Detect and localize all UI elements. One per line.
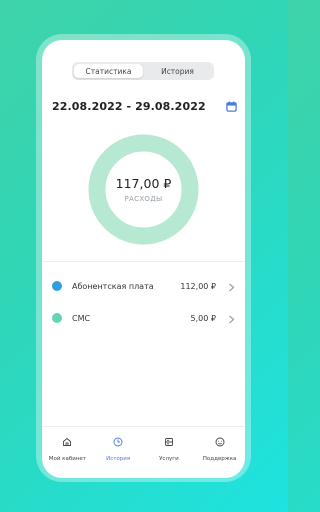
category-dot <box>52 281 62 291</box>
expense-donut-chart: 117,00 ₽ РАСХОДЫ <box>88 134 199 245</box>
clock-icon <box>113 432 123 451</box>
tab-label: Поддержка <box>202 456 237 462</box>
list-item[interactable]: СМС 5,00 ₽ <box>42 302 245 334</box>
support-icon <box>215 432 225 451</box>
home-icon <box>62 432 72 451</box>
tab-my-account[interactable]: Мой кабинет <box>42 427 93 478</box>
expense-list: Абонентская плата 112,00 ₽ СМС 5,00 ₽ <box>42 270 245 334</box>
category-dot <box>52 313 62 323</box>
tab-label: Мой кабинет <box>48 456 87 462</box>
period-row: 22.08.2022 - 29.08.2022 <box>52 98 237 114</box>
tab-support[interactable]: Поддержка <box>194 427 245 478</box>
list-item[interactable]: Абонентская плата 112,00 ₽ <box>42 270 245 302</box>
tab-history-nav[interactable]: История <box>93 427 144 478</box>
tab-label: История <box>106 456 131 462</box>
category-amount: 5,00 ₽ <box>190 313 216 323</box>
services-icon <box>164 432 174 451</box>
tab-label: Услуги <box>159 456 179 462</box>
date-range[interactable]: 22.08.2022 - 29.08.2022 <box>52 100 206 113</box>
category-label: Абонентская плата <box>72 281 154 291</box>
tab-history[interactable]: История <box>143 64 212 78</box>
category-label: СМС <box>72 313 91 323</box>
chevron-right-icon <box>228 309 235 328</box>
total-label: РАСХОДЫ <box>124 195 163 203</box>
tab-services[interactable]: Услуги <box>144 427 195 478</box>
bottom-tab-bar: Мой кабинет История Услуги Поддержка <box>42 426 245 478</box>
calendar-icon[interactable] <box>226 97 237 116</box>
app-screen: Статистика История 22.08.2022 - 29.08.20… <box>42 40 245 478</box>
tab-statistics[interactable]: Статистика <box>74 64 143 78</box>
total-amount: 117,00 ₽ <box>115 176 172 191</box>
category-amount: 112,00 ₽ <box>180 281 216 291</box>
divider <box>42 261 245 262</box>
segmented-control: Статистика История <box>72 62 214 80</box>
chevron-right-icon <box>228 277 235 296</box>
